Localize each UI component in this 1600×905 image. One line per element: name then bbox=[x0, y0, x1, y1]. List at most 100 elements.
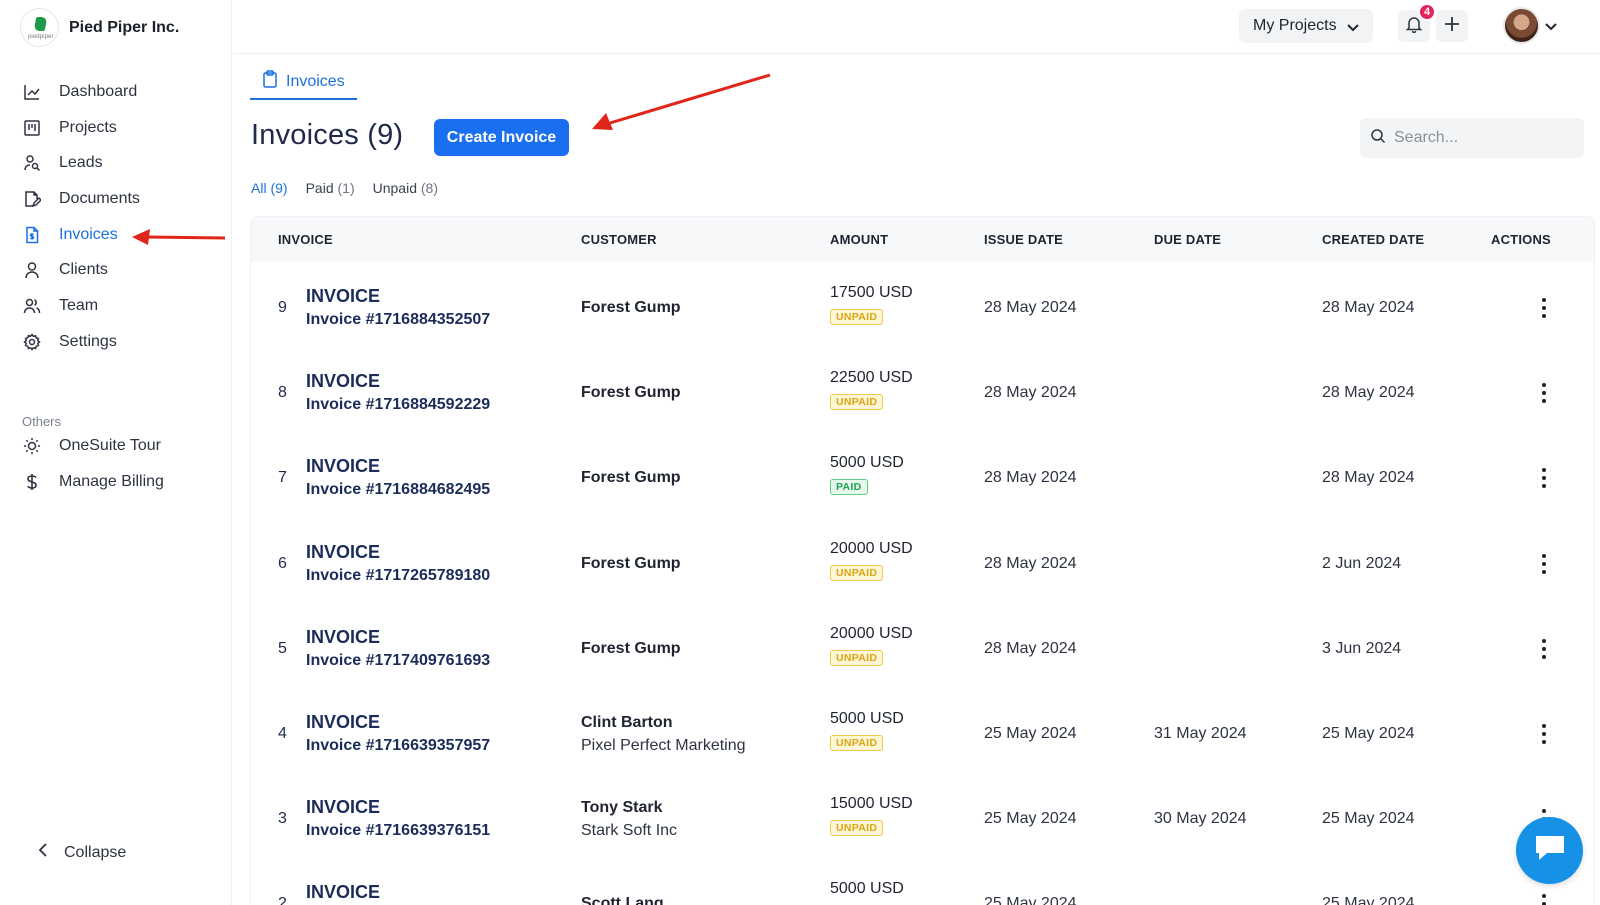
customer-company: Pixel Perfect Marketing bbox=[581, 736, 746, 754]
invoice-number-link[interactable]: Invoice #1716884682495 bbox=[306, 481, 490, 499]
chart-line-icon bbox=[22, 82, 42, 102]
created-date: 3 Jun 2024 bbox=[1322, 639, 1402, 657]
issue-date: 25 May 2024 bbox=[984, 724, 1077, 742]
invoice-number-link[interactable]: Invoice #1717265789180 bbox=[306, 567, 490, 585]
created-date: 28 May 2024 bbox=[1322, 469, 1415, 487]
filter-unpaid[interactable]: Unpaid (8) bbox=[373, 180, 438, 196]
column-header-actions: ACTIONS bbox=[1491, 232, 1551, 247]
issue-date: 25 May 2024 bbox=[984, 810, 1077, 828]
sidebar-others-nav: OneSuite Tour Manage Billing bbox=[22, 428, 222, 499]
invoice-title-link[interactable]: INVOICE bbox=[306, 797, 380, 818]
sidebar-item-leads[interactable]: Leads bbox=[22, 145, 222, 181]
status-badge: PAID bbox=[830, 479, 868, 496]
user-icon bbox=[22, 260, 42, 280]
table-row[interactable]: 7 INVOICE Invoice #1716884682495 Forest Gum… bbox=[251, 432, 1594, 517]
column-header-due-date[interactable]: DUE DATE bbox=[1154, 232, 1221, 247]
row-actions-menu-icon[interactable] bbox=[1534, 296, 1554, 320]
table-row[interactable]: 8 INVOICE Invoice #1716884592229 Forest Gum… bbox=[251, 347, 1594, 432]
chevron-down-icon bbox=[1347, 19, 1359, 37]
issue-date: 28 May 2024 bbox=[984, 384, 1077, 402]
row-number: 4 bbox=[278, 724, 287, 742]
status-badge: UNPAID bbox=[830, 649, 884, 666]
sidebar-item-manage-billing[interactable]: Manage Billing bbox=[22, 464, 222, 500]
issue-date: 28 May 2024 bbox=[984, 639, 1077, 657]
created-date: 2 Jun 2024 bbox=[1322, 554, 1402, 572]
table-row[interactable]: 3 INVOICE Invoice #1716639376151 Tony Stark… bbox=[251, 773, 1594, 858]
invoice-number-link[interactable]: Invoice #1716884592229 bbox=[306, 396, 490, 414]
sidebar-item-clients[interactable]: Clients bbox=[22, 252, 222, 288]
row-actions-menu-icon[interactable] bbox=[1534, 722, 1554, 746]
customer-name: Forest Gump bbox=[581, 639, 681, 657]
filter-all[interactable]: All (9) bbox=[251, 180, 288, 196]
invoice-title-link[interactable]: INVOICE bbox=[306, 371, 380, 392]
customer-name: Tony Stark bbox=[581, 799, 663, 817]
table-body: 9 INVOICE Invoice #1716884352507 Forest Gum… bbox=[251, 262, 1594, 905]
tab-invoices[interactable]: Invoices bbox=[250, 65, 357, 100]
project-select[interactable]: My Projects bbox=[1239, 9, 1373, 43]
row-actions-menu-icon[interactable] bbox=[1534, 381, 1554, 405]
sidebar-item-invoices[interactable]: Invoices bbox=[22, 217, 222, 253]
invoice-title-link[interactable]: INVOICE bbox=[306, 456, 380, 477]
tab-label: Invoices bbox=[286, 72, 345, 90]
document-edit-icon bbox=[22, 189, 42, 209]
chat-widget-button[interactable] bbox=[1516, 817, 1583, 884]
column-header-invoice[interactable]: INVOICE bbox=[278, 232, 333, 247]
add-button[interactable] bbox=[1436, 10, 1468, 42]
table-row[interactable]: 4 INVOICE Invoice #1716639357957 Clint Bart… bbox=[251, 688, 1594, 773]
others-section-title: Others bbox=[22, 414, 62, 429]
brand-name: Pied Piper Inc. bbox=[69, 18, 180, 36]
invoice-number-link[interactable]: Invoice #1716639376151 bbox=[306, 822, 490, 840]
search-box[interactable] bbox=[1360, 118, 1584, 158]
status-badge: UNPAID bbox=[830, 734, 884, 751]
sidebar-item-label: Team bbox=[59, 296, 99, 314]
invoices-table: INVOICE CUSTOMER AMOUNT ISSUE DATE DUE D… bbox=[250, 216, 1595, 905]
invoice-number-link[interactable]: Invoice #1717409761693 bbox=[306, 652, 490, 670]
created-date: 25 May 2024 bbox=[1322, 724, 1415, 742]
status-badge: UNPAID bbox=[830, 394, 884, 411]
row-number: 7 bbox=[278, 469, 287, 487]
invoice-amount: 22500 USD bbox=[830, 369, 913, 387]
filter-paid[interactable]: Paid (1) bbox=[306, 180, 355, 196]
table-row[interactable]: 9 INVOICE Invoice #1716884352507 Forest Gum… bbox=[251, 262, 1594, 347]
table-row[interactable]: 5 INVOICE Invoice #1717409761693 Forest Gum… bbox=[251, 603, 1594, 688]
column-header-created-date[interactable]: CREATED DATE bbox=[1322, 232, 1424, 247]
user-avatar[interactable] bbox=[1503, 7, 1540, 44]
row-actions-menu-icon[interactable] bbox=[1534, 466, 1554, 490]
invoice-title-link[interactable]: INVOICE bbox=[306, 882, 380, 903]
column-header-issue-date[interactable]: ISSUE DATE bbox=[984, 232, 1063, 247]
table-row[interactable]: 6 INVOICE Invoice #1717265789180 Forest Gum… bbox=[251, 518, 1594, 603]
created-date: 28 May 2024 bbox=[1322, 384, 1415, 402]
sidebar-item-onesuite-tour[interactable]: OneSuite Tour bbox=[22, 428, 222, 464]
chevron-down-icon[interactable] bbox=[1545, 18, 1557, 36]
invoice-title-link[interactable]: INVOICE bbox=[306, 542, 380, 563]
search-input[interactable] bbox=[1394, 129, 1574, 147]
column-header-amount[interactable]: AMOUNT bbox=[830, 232, 888, 247]
created-date: 28 May 2024 bbox=[1322, 299, 1415, 316]
search-icon bbox=[1370, 128, 1386, 149]
customer-name: Clint Barton bbox=[581, 713, 673, 731]
sidebar-item-documents[interactable]: Documents bbox=[22, 181, 222, 217]
brand[interactable]: piedpiper Pied Piper Inc. bbox=[20, 8, 179, 47]
invoice-amount: 17500 USD bbox=[830, 284, 913, 301]
invoice-number-link[interactable]: Invoice #1716639357957 bbox=[306, 737, 490, 755]
invoice-title-link[interactable]: INVOICE bbox=[306, 712, 380, 733]
invoice-title-link[interactable]: INVOICE bbox=[306, 627, 380, 648]
table-row[interactable]: 2 INVOICE Scott Lang 5000 USD 25 May 2024 25 … bbox=[251, 858, 1594, 905]
create-invoice-button[interactable]: Create Invoice bbox=[434, 119, 569, 156]
sidebar-item-dashboard[interactable]: Dashboard bbox=[22, 74, 222, 110]
row-actions-menu-icon[interactable] bbox=[1534, 552, 1554, 576]
notification-count-badge: 4 bbox=[1418, 3, 1436, 21]
sidebar-item-settings[interactable]: Settings bbox=[22, 324, 222, 360]
invoice-title-link[interactable]: INVOICE bbox=[306, 286, 380, 307]
annotation-arrow-create bbox=[592, 73, 771, 130]
row-actions-menu-icon[interactable] bbox=[1534, 892, 1554, 905]
row-number: 5 bbox=[278, 639, 287, 657]
collapse-button[interactable]: Collapse bbox=[38, 843, 126, 862]
row-actions-menu-icon[interactable] bbox=[1534, 637, 1554, 661]
issue-date: 28 May 2024 bbox=[984, 554, 1077, 572]
sidebar-item-team[interactable]: Team bbox=[22, 288, 222, 324]
sidebar-item-projects[interactable]: Projects bbox=[22, 110, 222, 146]
invoice-number-link[interactable]: Invoice #1716884352507 bbox=[306, 311, 490, 329]
column-header-customer[interactable]: CUSTOMER bbox=[581, 232, 657, 247]
issue-date: 25 May 2024 bbox=[984, 895, 1077, 905]
